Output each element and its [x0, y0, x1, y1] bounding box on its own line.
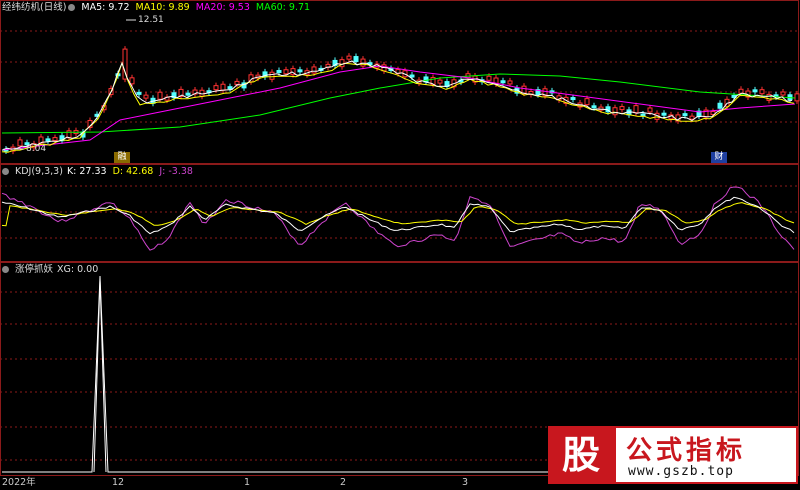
- candle-body: [360, 58, 366, 67]
- candle-body: [409, 74, 415, 78]
- ma10-label: MA10: 9.89: [135, 2, 190, 13]
- candle-body: [717, 102, 723, 109]
- kdj-d-line: [1, 202, 795, 227]
- candle-body: [500, 80, 506, 84]
- candle-body: [129, 77, 135, 85]
- price-chart[interactable]: [0, 0, 800, 164]
- settings-circle-icon[interactable]: [2, 266, 9, 273]
- candle-body: [780, 91, 786, 96]
- candle-body: [157, 91, 163, 100]
- candle-body: [570, 97, 576, 101]
- candle-body: [794, 93, 800, 102]
- axis-label-mar: 3: [462, 477, 469, 488]
- candle-body: [619, 106, 625, 111]
- axis-label-jan: 1: [244, 477, 251, 488]
- kdj-header: KDJ(9,3,3) K: 27.33 D: 42.68 J: -3.38: [2, 165, 199, 179]
- candle-body: [136, 91, 142, 95]
- kdj-j-line: [1, 186, 795, 251]
- price-header: 经纬纺机(日线) MA5: 9.72 MA10: 9.89 MA20: 9.53 MA6…: [2, 1, 316, 15]
- kdj-d-label: D: 42.68: [112, 166, 154, 177]
- candle-body: [682, 113, 688, 117]
- candle-body: [591, 105, 597, 109]
- candle-body: [584, 98, 590, 106]
- candle-body: [311, 66, 317, 74]
- margin-badge[interactable]: 融: [114, 152, 130, 163]
- xg-title: 涨停抓妖: [15, 264, 54, 275]
- xg-header: 涨停抓妖 XG: 0.00: [2, 263, 104, 277]
- candle-body: [633, 105, 639, 114]
- candle-body: [220, 83, 226, 91]
- settings-circle-icon[interactable]: [2, 168, 9, 175]
- candle-body: [612, 107, 618, 116]
- settings-circle-icon[interactable]: [68, 4, 76, 11]
- watermark-text-box: 公式指标 www.gszb.top: [614, 426, 798, 484]
- ma60-line: [1, 73, 796, 134]
- kdj-title: KDJ(9,3,3): [15, 166, 63, 177]
- xg-value-label: XG: 0.00: [57, 264, 99, 275]
- candle-body: [437, 79, 443, 84]
- finance-badge[interactable]: 财: [711, 152, 727, 163]
- candle-body: [227, 86, 233, 90]
- watermark-title: 公式指标: [626, 436, 747, 466]
- candle-body: [52, 137, 58, 142]
- candle-body: [640, 113, 646, 117]
- candle-body: [185, 92, 191, 96]
- kdj-panel[interactable]: KDJ(9,3,3) K: 27.33 D: 42.68 J: -3.38: [0, 164, 800, 262]
- candle-body: [143, 94, 149, 99]
- watermark-logo-char: 股: [548, 426, 614, 484]
- candle-body: [507, 80, 513, 85]
- kdj-k-line: [1, 196, 795, 235]
- stock-chart-window: 经纬纺机(日线) MA5: 9.72 MA10: 9.89 MA20: 9.53 MA6…: [0, 0, 800, 490]
- candle-body: [647, 107, 653, 113]
- kdj-k-label: K: 27.33: [66, 166, 107, 177]
- ma60-label: MA60: 9.71: [255, 2, 311, 13]
- candle-body: [17, 139, 23, 147]
- candle-body: [486, 75, 492, 81]
- candle-body: [269, 71, 275, 80]
- kdj-j-label: J: -3.38: [159, 166, 193, 177]
- candle-body: [276, 70, 282, 74]
- axis-label-dec: 12: [112, 477, 125, 488]
- candle-body: [346, 55, 352, 60]
- candle-body: [521, 85, 527, 94]
- watermark-url: www.gszb.top: [628, 464, 734, 479]
- candle-body: [752, 89, 758, 93]
- candle-body: [213, 85, 219, 91]
- ma20-label: MA20: 9.53: [195, 2, 250, 13]
- low-price-mark: 8.04: [26, 144, 47, 154]
- candle-body: [689, 115, 695, 120]
- price-panel[interactable]: 经纬纺机(日线) MA5: 9.72 MA10: 9.89 MA20: 9.53 MA6…: [0, 0, 800, 164]
- watermark-logo: 股 公式指标 www.gszb.top: [548, 426, 798, 484]
- ma5-label: MA5: 9.72: [81, 2, 130, 13]
- candle-body: [283, 69, 289, 75]
- candle-body: [353, 56, 359, 63]
- candle-body: [234, 80, 240, 85]
- high-price-mark: 12.51: [138, 15, 164, 25]
- stock-title: 经纬纺机(日线): [2, 2, 67, 13]
- candle-body: [661, 112, 667, 116]
- axis-label-year: 2022年: [2, 477, 36, 488]
- candle-body: [45, 138, 51, 142]
- candle-body: [297, 69, 303, 73]
- candle-body: [759, 89, 765, 95]
- axis-label-feb: 2: [340, 477, 347, 488]
- ma20-line: [1, 65, 796, 151]
